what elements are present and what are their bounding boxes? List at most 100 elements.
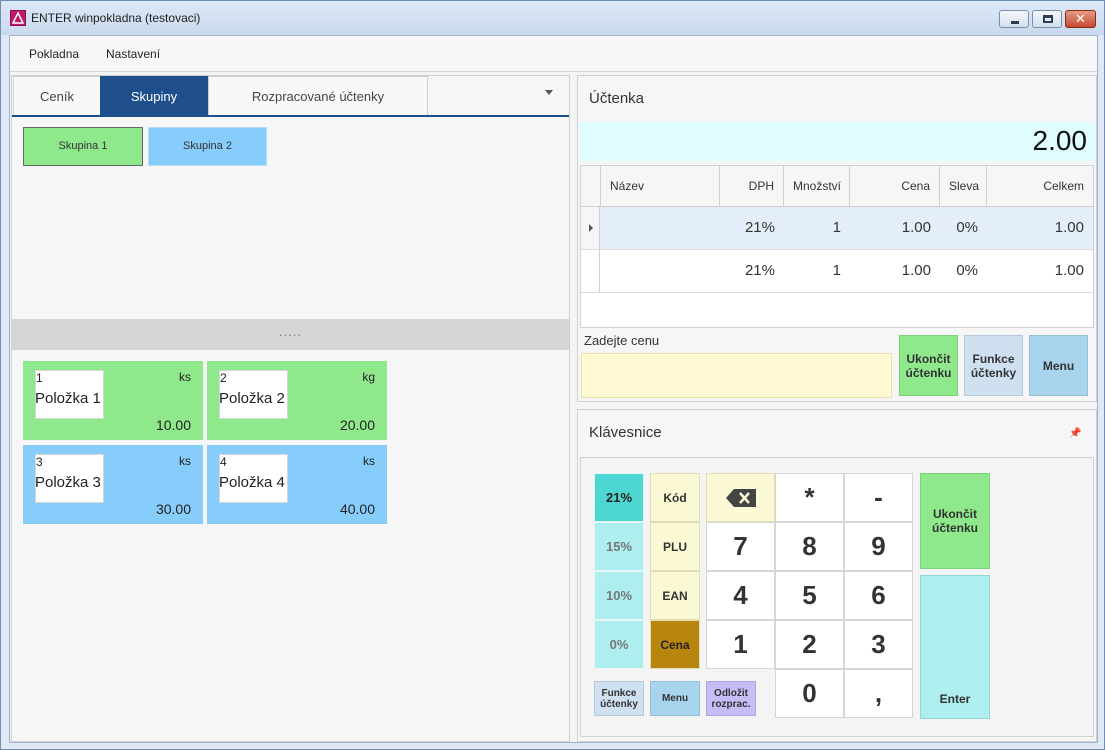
park-receipt-button[interactable]: Odložit rozprac. (706, 681, 756, 716)
enter-button[interactable]: Enter (920, 575, 990, 719)
row-pointer-icon (589, 224, 593, 232)
tab-cenik[interactable]: Ceník (13, 76, 101, 115)
product-unit: ks (179, 370, 191, 384)
cell-nazev (601, 250, 720, 292)
cell-cena: 1.00 (901, 219, 931, 236)
maximize-icon (1043, 15, 1053, 23)
grid-header: Název DPH Množství Cena Sleva Celkem (581, 166, 1093, 207)
grid-corner (581, 166, 601, 207)
table-row[interactable]: 21% 1 1.00 0% 1.00 (581, 207, 1093, 250)
vat-10-button[interactable]: 10% (594, 571, 644, 620)
key-6[interactable]: 6 (844, 571, 913, 620)
group-button-1[interactable]: Skupina 1 (23, 127, 143, 166)
ean-button[interactable]: EAN (650, 571, 700, 620)
vat-15-button[interactable]: 15% (594, 522, 644, 571)
product-name: Položka 1 (35, 390, 101, 407)
key-multiply[interactable]: * (775, 473, 844, 522)
key-2[interactable]: 2 (775, 620, 844, 669)
key-9[interactable]: 9 (844, 522, 913, 571)
menu-nastaveni[interactable]: Nastavení (106, 47, 160, 61)
app-window: ENTER winpokladna (testovaci) ✕ Pokladna… (0, 0, 1105, 750)
main-content: Pokladna Nastavení Ceník Skupiny Rozprac… (9, 35, 1098, 743)
column-header-cena[interactable]: Cena (850, 166, 940, 207)
cell-sleva: 0% (956, 219, 978, 236)
cell-celkem: 1.00 (1054, 262, 1084, 279)
cell-dph: 21% (744, 262, 775, 279)
cell-celkem: 1.00 (1054, 219, 1084, 236)
key-4[interactable]: 4 (706, 571, 775, 620)
key-minus[interactable]: - (844, 473, 913, 522)
product-price: 10.00 (155, 417, 191, 433)
row-selector (581, 207, 600, 249)
key-comma[interactable]: , (844, 669, 913, 718)
group-button-2[interactable]: Skupina 2 (148, 127, 267, 166)
product-price: 30.00 (155, 501, 191, 517)
price-input-label: Zadejte cenu (584, 333, 660, 348)
column-header-mnozstvi[interactable]: Množství (784, 166, 850, 207)
cell-sleva: 0% (956, 262, 978, 279)
product-tile[interactable]: 3 ks Položka 3 30.00 (23, 445, 203, 524)
close-icon: ✕ (1075, 11, 1086, 26)
key-0[interactable]: 0 (775, 669, 844, 718)
plu-button[interactable]: PLU (650, 522, 700, 571)
vat-21-button[interactable]: 21% (594, 473, 644, 522)
product-name: Položka 3 (35, 474, 101, 491)
app-logo-icon (10, 10, 26, 26)
key-3[interactable]: 3 (844, 620, 913, 669)
backspace-button[interactable] (706, 473, 775, 522)
menu-bar: Pokladna Nastavení (10, 36, 1097, 72)
column-header-celkem[interactable]: Celkem (987, 166, 1093, 207)
keypad-title: Klávesnice (589, 424, 662, 441)
product-price: 40.00 (339, 501, 375, 517)
product-tile[interactable]: 2 kg Položka 2 20.00 (207, 361, 387, 440)
column-header-sleva[interactable]: Sleva (940, 166, 987, 207)
product-tile[interactable]: 1 ks Položka 1 10.00 (23, 361, 203, 440)
key-8[interactable]: 8 (775, 522, 844, 571)
price-input[interactable] (581, 353, 892, 398)
product-name: Položka 2 (219, 390, 285, 407)
table-row[interactable]: 21% 1 1.00 0% 1.00 (581, 250, 1093, 293)
product-unit: ks (363, 454, 375, 468)
close-button[interactable]: ✕ (1065, 10, 1096, 28)
key-7[interactable]: 7 (706, 522, 775, 571)
minimize-button[interactable] (999, 10, 1029, 28)
keypad-area: 21% 15% 10% 0% Kód PLU EAN Cena * - 7 8 … (580, 457, 1094, 737)
column-header-nazev[interactable]: Název (601, 166, 720, 207)
receipt-grid: Název DPH Množství Cena Sleva Celkem 21%… (580, 165, 1094, 328)
maximize-button[interactable] (1032, 10, 1062, 28)
menu-button[interactable]: Menu (1029, 335, 1088, 396)
tab-strip: Ceník Skupiny Rozpracované účtenky (12, 76, 569, 117)
tab-skupiny[interactable]: Skupiny (100, 76, 208, 115)
receipt-functions-button[interactable]: Funkce účtenky (964, 335, 1023, 396)
keypad-receipt-functions-button[interactable]: Funkce účtenky (594, 681, 644, 716)
product-unit: ks (179, 454, 191, 468)
backspace-icon (725, 488, 756, 507)
pin-icon[interactable]: 📌 (1069, 428, 1081, 439)
keypad-finish-button[interactable]: Ukončit účtenku (920, 473, 990, 569)
product-tile[interactable]: 4 ks Položka 4 40.00 (207, 445, 387, 524)
product-unit: kg (362, 370, 375, 384)
cell-nazev (601, 207, 720, 249)
keypad-menu-button[interactable]: Menu (650, 681, 700, 716)
price-mode-button[interactable]: Cena (650, 620, 700, 669)
row-selector (581, 250, 600, 292)
total-display: 2.00 (579, 122, 1095, 161)
window-title: ENTER winpokladna (testovaci) (31, 11, 201, 25)
vat-0-button[interactable]: 0% (594, 620, 644, 669)
catalog-panel: Ceník Skupiny Rozpracované účtenky Skupi… (11, 75, 570, 742)
titlebar: ENTER winpokladna (testovaci) ✕ (1, 1, 1104, 35)
tab-dropdown-icon[interactable] (545, 90, 553, 95)
cell-mnozstvi: 1 (832, 262, 841, 279)
key-5[interactable]: 5 (775, 571, 844, 620)
column-header-dph[interactable]: DPH (720, 166, 784, 207)
minimize-icon (1011, 21, 1019, 24)
menu-pokladna[interactable]: Pokladna (29, 47, 79, 61)
finish-receipt-button[interactable]: Ukončit účtenku (899, 335, 958, 396)
tab-rozpracovane[interactable]: Rozpracované účtenky (208, 76, 428, 115)
panel-splitter[interactable]: ..... (12, 319, 569, 350)
key-1[interactable]: 1 (706, 620, 775, 669)
code-button[interactable]: Kód (650, 473, 700, 522)
receipt-title: Účtenka (589, 90, 645, 107)
cell-cena: 1.00 (901, 262, 931, 279)
cell-mnozstvi: 1 (832, 219, 841, 236)
